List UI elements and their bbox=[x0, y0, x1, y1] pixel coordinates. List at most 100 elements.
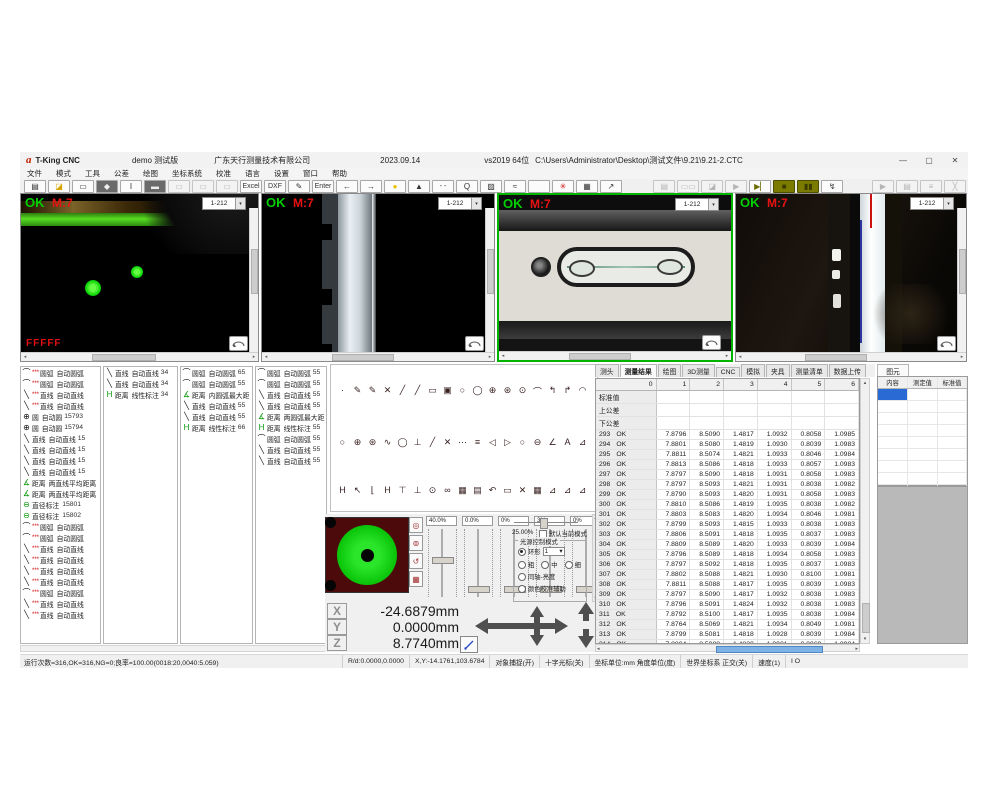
feature-item[interactable]: H距离线性标注55 bbox=[256, 422, 326, 433]
feature-item[interactable]: ╲直线自动直线55 bbox=[256, 444, 326, 455]
disabled-tool-2[interactable]: ▭ bbox=[192, 180, 214, 193]
scroll-right-icon[interactable]: ▸ bbox=[958, 353, 966, 360]
tool-icon[interactable]: ◠ bbox=[577, 385, 588, 398]
feature-item[interactable]: ╲直线自动直线15 bbox=[21, 466, 100, 477]
rotate-view-button[interactable] bbox=[465, 336, 484, 351]
open-button[interactable]: ◪ bbox=[48, 180, 70, 193]
row-label[interactable]: 295OK bbox=[596, 450, 657, 459]
tool-icon[interactable]: ▭ bbox=[502, 485, 513, 496]
row-label[interactable]: 297OK bbox=[596, 470, 657, 479]
radio-icon[interactable] bbox=[518, 585, 526, 593]
feature-item[interactable]: ⌒圆弧自动圆弧55 bbox=[181, 378, 252, 389]
tool-icon[interactable]: · bbox=[337, 385, 348, 398]
menu-item[interactable]: 文件 bbox=[20, 168, 49, 179]
minus-minus-button[interactable]: - - bbox=[432, 180, 454, 193]
stop-button[interactable]: ■ bbox=[773, 180, 795, 193]
result-row[interactable]: 306OK7.87978.50921.48181.09350.80371.098… bbox=[596, 560, 859, 570]
ring-light-wheel[interactable] bbox=[337, 525, 397, 585]
blank-button[interactable] bbox=[528, 180, 550, 193]
play-to-end-button[interactable]: ▶▏ bbox=[749, 180, 771, 193]
result-row[interactable]: 311OK7.87928.51001.48171.09350.80381.098… bbox=[596, 610, 859, 620]
row-label[interactable]: 305OK bbox=[596, 550, 657, 559]
coaxial-radio[interactable]: 同轴-亮度 bbox=[518, 572, 555, 581]
result-row[interactable]: 313OK7.87998.50811.48181.09280.80391.098… bbox=[596, 630, 859, 640]
tolerance-row[interactable]: 标准值 bbox=[596, 391, 859, 404]
feature-item[interactable]: ╲***直线自动直线 bbox=[21, 576, 100, 587]
feature-item[interactable]: ⊖直径标注15801 bbox=[21, 499, 100, 510]
tool-icon[interactable]: ⊤ bbox=[397, 485, 408, 496]
jog-xy-arrows[interactable] bbox=[475, 606, 571, 651]
feature-item[interactable]: ⊕圆自动圆15794 bbox=[21, 422, 100, 433]
tool-icon[interactable]: H bbox=[382, 485, 393, 496]
arrow-left-button[interactable]: ← bbox=[336, 180, 358, 193]
ibeam-button[interactable]: I bbox=[120, 180, 142, 193]
feature-item[interactable]: ╲***直线自动直线 bbox=[21, 543, 100, 554]
tool-icon[interactable]: ⊿ bbox=[547, 485, 558, 496]
camera2-hscrollbar[interactable]: ◂ ▸ bbox=[262, 352, 494, 361]
feature-item[interactable]: ╲直线自动直线55 bbox=[256, 455, 326, 466]
camera4-hscrollbar[interactable]: ◂ ▸ bbox=[736, 352, 966, 361]
menu-item[interactable]: 校准 bbox=[209, 168, 238, 179]
light-button[interactable]: ● bbox=[384, 180, 406, 193]
menu-item[interactable]: 坐标系统 bbox=[165, 168, 209, 179]
execute-button[interactable]: ↯ bbox=[821, 180, 843, 193]
tool-icon[interactable]: ⊿ bbox=[577, 485, 588, 496]
tool-icon[interactable]: ⊥ bbox=[412, 437, 423, 448]
feature-item[interactable]: ╲直线自动直线34 bbox=[104, 367, 177, 378]
row-label[interactable]: 298OK bbox=[596, 480, 657, 489]
result-row[interactable]: 297OK7.87978.50901.48181.09310.80581.098… bbox=[596, 470, 859, 480]
feature-item[interactable]: ╲直线自动直线15 bbox=[21, 444, 100, 455]
open-run-button[interactable]: ◪ bbox=[701, 180, 723, 193]
tool-icon[interactable]: ◯ bbox=[472, 385, 483, 398]
tool-icon[interactable]: ◯ bbox=[397, 437, 408, 448]
camera-view-2[interactable]: OK M:7 1-212 ▾ ◂ ▸ bbox=[261, 193, 495, 362]
tool-icon[interactable]: ⊕ bbox=[352, 437, 363, 448]
master-brightness-slider[interactable] bbox=[514, 518, 578, 526]
save-run-button[interactable]: ▤ bbox=[653, 180, 675, 193]
result-row[interactable]: 299OK7.87908.50931.48201.09310.80581.098… bbox=[596, 490, 859, 500]
feature-item[interactable]: ╲直线自动直线15 bbox=[21, 455, 100, 466]
feature-item[interactable]: ∡距离两直线平均距离 bbox=[21, 477, 100, 488]
tool-icon[interactable]: ╱ bbox=[427, 437, 438, 448]
magnifier-button[interactable]: Q bbox=[456, 180, 478, 193]
tab-测量清单[interactable]: 测量清单 bbox=[791, 364, 828, 377]
feature-item[interactable]: ╲***直线自动直线 bbox=[21, 609, 100, 620]
menu-item[interactable]: 模式 bbox=[49, 168, 78, 179]
enter-button[interactable]: Enter bbox=[312, 180, 334, 193]
tab-数据上传[interactable]: 数据上传 bbox=[829, 364, 866, 377]
chevron-down-icon[interactable]: ▾ bbox=[471, 198, 481, 209]
result-row[interactable]: 298OK7.87978.50931.48211.09310.80381.098… bbox=[596, 480, 859, 490]
save-report-button[interactable]: ▤ bbox=[896, 180, 918, 193]
color-assist-radio[interactable]: 颜色校准辅助 bbox=[518, 584, 566, 593]
selected-cell[interactable] bbox=[878, 389, 908, 400]
play-button[interactable]: ▶ bbox=[725, 180, 747, 193]
tool-icon[interactable]: ≡ bbox=[472, 437, 483, 448]
feature-item[interactable]: ⌒圆弧自动圆弧55 bbox=[256, 367, 326, 378]
scroll-up-icon[interactable]: ▴ bbox=[861, 380, 869, 386]
tool-icon[interactable]: ◁ bbox=[487, 437, 498, 448]
tool-icon[interactable]: ⊙ bbox=[517, 385, 528, 398]
result-row[interactable]: 303OK7.88068.50911.48181.09350.80371.098… bbox=[596, 530, 859, 540]
pen-button[interactable]: ✎ bbox=[288, 180, 310, 193]
scroll-right-icon[interactable]: ▸ bbox=[486, 353, 494, 360]
probe-button[interactable]: ◆ bbox=[96, 180, 118, 193]
tab-测头[interactable]: 测头 bbox=[595, 364, 619, 377]
feature-item[interactable]: ⌒圆弧自动圆弧55 bbox=[256, 378, 326, 389]
radio-icon[interactable] bbox=[541, 561, 549, 569]
tool-icon[interactable]: ▤ bbox=[472, 485, 483, 496]
camera2-vscrollbar[interactable] bbox=[485, 208, 494, 353]
radio-icon[interactable] bbox=[565, 561, 573, 569]
feature-item[interactable]: ∡距离内圆弧最大距 bbox=[181, 389, 252, 400]
chevron-down-icon[interactable]: ▾ bbox=[708, 199, 718, 210]
camera1-hscrollbar[interactable]: ◂ ▸ bbox=[21, 352, 258, 361]
tool-icon[interactable]: ╱ bbox=[412, 385, 423, 398]
row-label[interactable]: 300OK bbox=[596, 500, 657, 509]
slider-track[interactable] bbox=[464, 529, 493, 597]
chart-button[interactable]: ↗ bbox=[600, 180, 622, 193]
row-label[interactable]: 296OK bbox=[596, 460, 657, 469]
tool-icon[interactable]: ⌊ bbox=[367, 485, 378, 496]
tool-icon[interactable]: ⊿ bbox=[577, 437, 588, 448]
row-label[interactable]: 306OK bbox=[596, 560, 657, 569]
tool-icon[interactable]: ⊥ bbox=[412, 485, 423, 496]
menu-item[interactable]: 帮助 bbox=[325, 168, 354, 179]
